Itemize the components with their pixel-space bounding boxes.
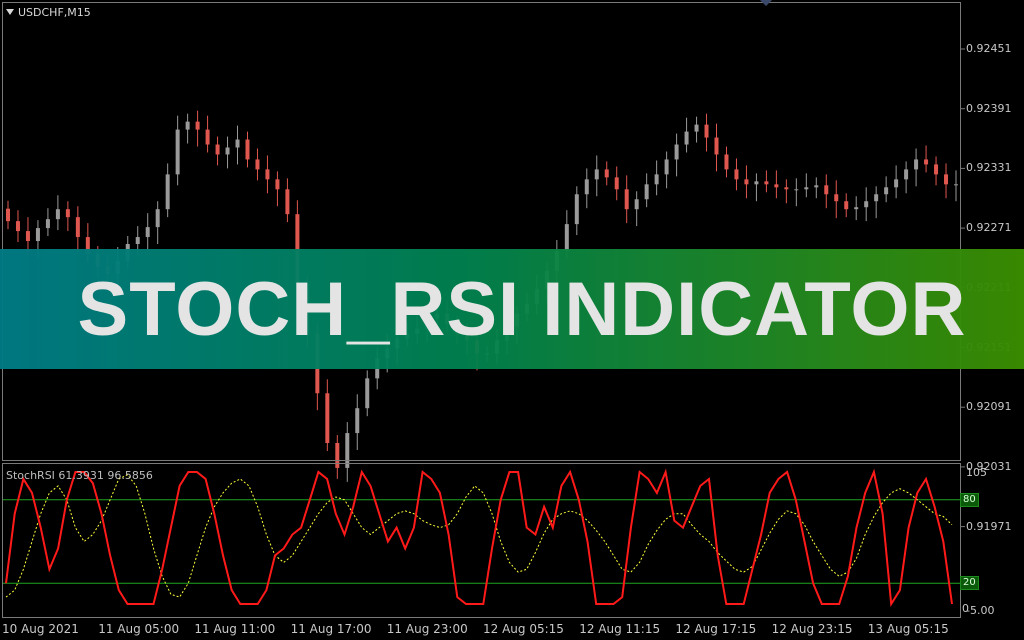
- time-tick-label: 11 Aug 23:00: [386, 622, 468, 636]
- chart-window[interactable]: USDCHF,M15 StochRSI 61.3931 96.5856 0.92…: [0, 0, 1024, 640]
- time-tick-label: 13 Aug 05:15: [867, 622, 949, 636]
- time-tick-label: 11 Aug 17:00: [290, 622, 372, 636]
- price-tick-label: 0.91971: [966, 519, 1012, 533]
- symbol-timeframe-label[interactable]: USDCHF,M15: [6, 6, 91, 19]
- price-tick-label: 0.92091: [966, 400, 1012, 414]
- price-tick-label: 0.92451: [966, 42, 1012, 55]
- time-tick-label: 12 Aug 17:15: [675, 622, 757, 636]
- level-label-80: 80: [960, 492, 979, 507]
- time-tick-label: 11 Aug 05:00: [98, 622, 180, 636]
- time-tick-label: 11 Aug 11:00: [194, 622, 276, 636]
- price-tick-label: 0.92391: [966, 101, 1012, 115]
- price-plot-border: [2, 2, 961, 461]
- indicator-label: StochRSI 61.3931 96.5856: [6, 469, 153, 482]
- price-tick-label: 0.92331: [966, 161, 1012, 175]
- shift-marker-icon[interactable]: [760, 0, 772, 6]
- osc-tick-label: -5.00: [966, 604, 995, 617]
- time-tick-label: 12 Aug 05:15: [483, 622, 564, 636]
- time-tick-label: 10 Aug 2021: [2, 622, 79, 636]
- oscillator-plot-border: [2, 463, 961, 618]
- dropdown-triangle-icon[interactable]: [6, 9, 14, 15]
- time-tick-label: 12 Aug 23:15: [771, 622, 853, 636]
- banner-title: STOCH_RSI INDICATOR: [77, 266, 967, 352]
- price-tick-label: 0.92271: [966, 221, 1012, 235]
- osc-tick-label: 105: [966, 466, 987, 479]
- level-label-20: 20: [960, 576, 979, 591]
- time-tick-label: 12 Aug 11:15: [579, 622, 661, 636]
- title-banner: STOCH_RSI INDICATOR: [0, 249, 1024, 369]
